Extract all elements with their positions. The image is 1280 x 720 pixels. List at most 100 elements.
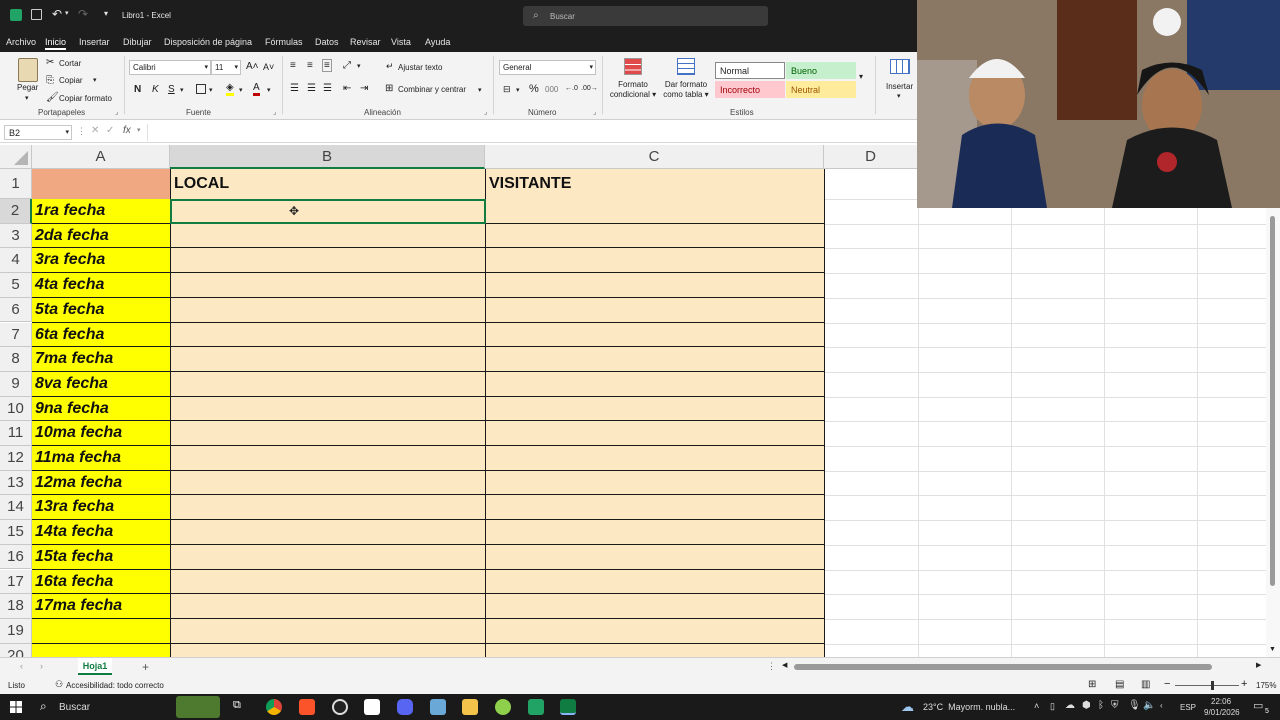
cell-b1[interactable]: LOCAL	[171, 169, 485, 199]
obs-icon[interactable]	[332, 699, 348, 715]
cell-c4[interactable]	[486, 248, 824, 274]
cell-a16[interactable]: 15ta fecha	[32, 544, 170, 570]
confirm-entry-icon[interactable]: ✓	[106, 125, 114, 136]
weather-text[interactable]: 23°C Mayorm. nubla...	[923, 702, 1015, 712]
accessibility-status[interactable]: Accesibilidad: todo correcto	[66, 681, 164, 690]
cell-c19[interactable]	[486, 618, 824, 644]
clipboard-launcher-icon[interactable]: ⌟	[115, 108, 118, 116]
widgets-icon[interactable]	[176, 696, 220, 718]
cell-a18[interactable]: 17ma fecha	[32, 594, 170, 619]
tab-datos[interactable]: Datos	[315, 37, 339, 47]
fx-chevron-icon[interactable]: ▾	[137, 126, 141, 134]
style-bueno[interactable]: Bueno	[786, 62, 856, 79]
network-icon[interactable]: ☁	[1065, 700, 1075, 711]
styles-more-icon[interactable]: ▾	[859, 72, 863, 81]
sheet-tab-hoja1[interactable]: Hoja1	[78, 658, 112, 675]
tab-dibujar[interactable]: Dibujar	[123, 37, 152, 47]
row-header-4[interactable]: 4	[0, 248, 32, 274]
notification-icon[interactable]: ▭	[1253, 699, 1263, 712]
cell-a19[interactable]	[32, 618, 170, 644]
page-break-view-icon[interactable]: ▥	[1141, 679, 1150, 690]
zoom-level[interactable]: 175%	[1256, 681, 1276, 690]
cell-a13[interactable]: 12ma fecha	[32, 470, 170, 496]
discord-icon[interactable]	[397, 699, 413, 715]
file-explorer-icon[interactable]	[462, 699, 478, 715]
zoom-slider[interactable]	[1175, 681, 1239, 690]
cell-b16[interactable]	[171, 544, 485, 570]
row-header-2[interactable]: 2	[0, 199, 32, 224]
tray-chevron-icon[interactable]: ˄	[1034, 701, 1039, 711]
copy-dropdown-icon[interactable]: ▾	[93, 76, 97, 84]
column-header-a[interactable]: A	[32, 145, 170, 169]
scroll-down-icon[interactable]: ▼	[1269, 646, 1276, 653]
format-painter-button[interactable]: Copiar formato	[59, 94, 112, 103]
alignment-launcher-icon[interactable]: ⌟	[484, 108, 487, 116]
font-name-select[interactable]: Calibri ▾	[129, 60, 211, 75]
cell-b12[interactable]	[171, 446, 485, 471]
cell-a3[interactable]: 2da fecha	[32, 223, 170, 249]
cell-c9[interactable]	[486, 371, 824, 397]
cell-b15[interactable]	[171, 520, 485, 545]
row-header-14[interactable]: 14	[0, 495, 32, 521]
zoom-slider-thumb[interactable]	[1211, 681, 1214, 690]
orientation-icon[interactable]: ⤢	[343, 60, 351, 71]
row-header-19[interactable]: 19	[0, 618, 32, 644]
cell-c13[interactable]	[486, 470, 824, 496]
italic-button[interactable]: K	[152, 84, 159, 95]
row-header-7[interactable]: 7	[0, 322, 32, 348]
tab-ayuda[interactable]: Ayuda	[425, 37, 450, 47]
row-header-8[interactable]: 8	[0, 347, 32, 372]
row-header-1[interactable]: 1	[0, 169, 32, 199]
insert-cells-button[interactable]: Insertar	[886, 82, 913, 91]
cell-b19[interactable]	[171, 618, 485, 644]
increase-decimal-icon[interactable]: ←.0	[565, 85, 578, 92]
row-header-18[interactable]: 18	[0, 594, 32, 619]
horizontal-scrollbar[interactable]: ◀ ▶	[782, 662, 1267, 672]
cell-a10[interactable]: 9na fecha	[32, 396, 170, 422]
cell-b4[interactable]	[171, 248, 485, 274]
align-left-icon[interactable]: ☰	[290, 83, 299, 94]
cell-a7[interactable]: 6ta fecha	[32, 322, 170, 348]
windows-start-icon[interactable]	[10, 701, 22, 713]
row-header-15[interactable]: 15	[0, 520, 32, 545]
tab-formulas[interactable]: Fórmulas	[265, 37, 303, 47]
bold-button[interactable]: N	[134, 84, 141, 95]
tab-revisar[interactable]: Revisar	[350, 37, 381, 47]
tab-inicio[interactable]: Inicio	[45, 37, 67, 50]
row-header-3[interactable]: 3	[0, 223, 32, 249]
row-header-6[interactable]: 6	[0, 297, 32, 323]
cell-b5[interactable]	[171, 273, 485, 298]
cell-b6[interactable]	[171, 297, 485, 323]
align-center-icon[interactable]: ☰	[307, 83, 316, 94]
insert-cells-dropdown-icon[interactable]: ▾	[897, 92, 901, 100]
cell-c10[interactable]	[486, 396, 824, 422]
customize-qat-icon[interactable]: ▾	[104, 9, 108, 18]
row-header-17[interactable]: 17	[0, 569, 32, 595]
cell-c2[interactable]	[486, 199, 824, 224]
line-app-icon[interactable]	[495, 699, 511, 715]
cell-a5[interactable]: 4ta fecha	[32, 273, 170, 298]
paste-dropdown-icon[interactable]: ▾	[25, 94, 29, 102]
cell-a6[interactable]: 5ta fecha	[32, 297, 170, 323]
row-header-11[interactable]: 11	[0, 421, 32, 446]
cell-c11[interactable]	[486, 421, 824, 446]
row-header-10[interactable]: 10	[0, 396, 32, 422]
prev-sheet-icon[interactable]: ‹	[20, 661, 23, 671]
column-header-c[interactable]: C	[485, 145, 824, 169]
cell-c20[interactable]	[486, 643, 824, 657]
format-as-table-button[interactable]: Dar formato como tabla ▾	[660, 80, 712, 100]
search-box[interactable]: ⌕ Buscar	[523, 6, 768, 26]
accounting-format-icon[interactable]: ⊟	[503, 84, 511, 95]
scroll-left-icon[interactable]: ◀	[782, 661, 787, 669]
cell-c17[interactable]	[486, 569, 824, 595]
row-header-12[interactable]: 12	[0, 446, 32, 471]
fill-color-dropdown-icon[interactable]: ▾	[239, 86, 243, 94]
cell-a9[interactable]: 8va fecha	[32, 371, 170, 397]
capcut-icon[interactable]	[364, 699, 380, 715]
cell-c6[interactable]	[486, 297, 824, 323]
font-size-select[interactable]: 11 ▾	[211, 60, 241, 75]
decrease-indent-icon[interactable]: ⇤	[343, 83, 351, 94]
font-color-icon[interactable]: A	[253, 82, 260, 96]
cell-b20[interactable]	[171, 643, 485, 657]
row-header-16[interactable]: 16	[0, 544, 32, 570]
